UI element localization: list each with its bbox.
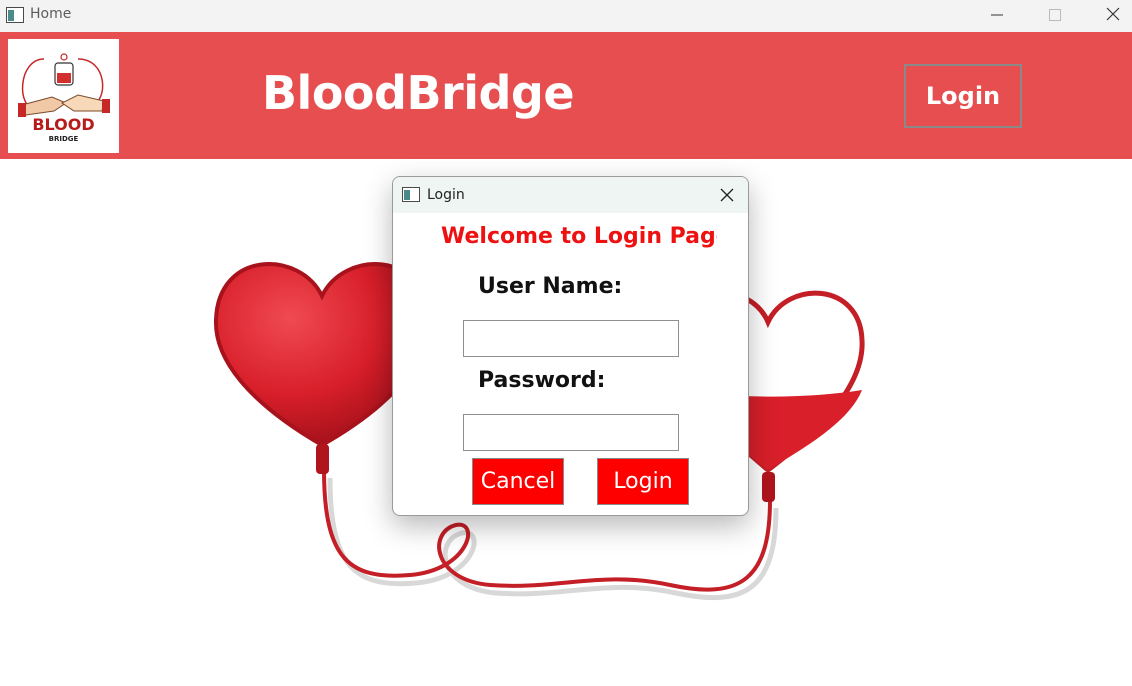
login-button[interactable]: Login	[597, 458, 689, 505]
minimize-icon	[991, 6, 1003, 25]
logo-text-main: BLOOD	[32, 115, 95, 134]
dialog-title: Login	[427, 187, 465, 203]
close-icon	[720, 187, 734, 206]
cancel-button[interactable]: Cancel	[472, 458, 564, 505]
brand-title: BloodBridge	[262, 66, 575, 120]
username-input[interactable]	[463, 320, 679, 357]
maximize-icon	[1049, 6, 1061, 25]
password-input[interactable]	[463, 414, 679, 451]
header-bar: BLOOD BRIDGE BloodBridge Login	[0, 32, 1132, 159]
logo-text-sub: BRIDGE	[48, 135, 79, 143]
dialog-app-icon	[402, 187, 420, 206]
password-label: Password:	[478, 368, 606, 393]
close-icon	[1106, 6, 1120, 25]
brand-logo: BLOOD BRIDGE	[8, 39, 119, 153]
login-dialog: Login Welcome to Login Page User Name: P…	[392, 176, 749, 516]
dialog-titlebar: Login	[393, 177, 748, 213]
maximize-button[interactable]	[1026, 0, 1084, 30]
username-label: User Name:	[478, 274, 623, 299]
window-titlebar: Home	[0, 0, 1132, 32]
welcome-heading: Welcome to Login Page	[441, 224, 717, 249]
window-app-icon	[6, 7, 24, 27]
minimize-button[interactable]	[968, 0, 1026, 30]
window-title: Home	[30, 6, 72, 22]
window-close-button[interactable]	[1084, 0, 1132, 30]
header-login-button[interactable]: Login	[904, 64, 1022, 128]
dialog-close-button[interactable]	[714, 183, 740, 209]
